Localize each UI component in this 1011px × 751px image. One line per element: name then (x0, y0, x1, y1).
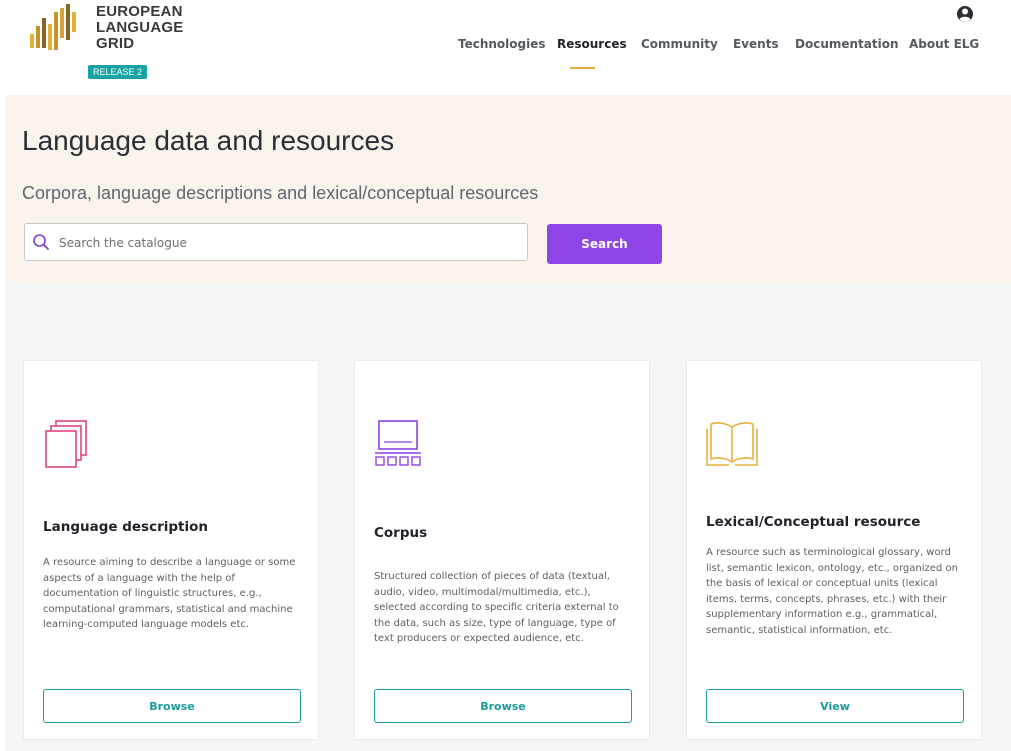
card-corpus: Corpus Structured collection of pieces o… (354, 360, 650, 740)
logo-line-3: GRID (96, 35, 135, 52)
card-description: A resource such as terminological glossa… (706, 547, 958, 636)
nav-technologies[interactable]: Technologies (458, 37, 546, 51)
open-book-icon (706, 422, 758, 466)
card-title: Language description (43, 519, 208, 535)
stacked-documents-icon (45, 420, 87, 468)
card-description: Structured collection of pieces of data … (374, 571, 619, 644)
elg-logo[interactable]: EUROPEAN LANGUAGE GRID RELEASE 2 (26, 0, 206, 80)
logo-line-2: LANGUAGE (96, 19, 184, 36)
card-description: A resource aiming to describe a language… (43, 557, 296, 630)
search-icon (33, 234, 49, 250)
site-header: EUROPEAN LANGUAGE GRID RELEASE 2 Technol… (0, 0, 1011, 88)
card-language-description: Language description A resource aiming t… (23, 360, 319, 740)
search-box[interactable] (24, 223, 528, 261)
card-title: Lexical/Conceptual resource (706, 514, 921, 530)
browse-language-description-button[interactable]: Browse (43, 689, 301, 723)
elg-logo-icon (30, 4, 76, 50)
release-badge: RELEASE 2 (88, 65, 148, 79)
user-circle-icon[interactable] (955, 4, 975, 24)
active-nav-indicator (570, 67, 595, 69)
nav-about-elg[interactable]: About ELG (909, 37, 979, 51)
nav-events[interactable]: Events (733, 37, 779, 51)
nav-community[interactable]: Community (641, 37, 718, 51)
logo-wordmark: EUROPEAN LANGUAGE GRID (96, 4, 183, 52)
view-lexical-conceptual-button[interactable]: View (706, 689, 964, 723)
presentation-screen-icon (375, 420, 421, 466)
nav-documentation[interactable]: Documentation (795, 37, 899, 51)
browse-corpus-button[interactable]: Browse (374, 689, 632, 723)
page-subtitle: Corpora, language descriptions and lexic… (22, 183, 539, 203)
search-button[interactable]: Search (547, 224, 662, 264)
search-input[interactable] (57, 225, 523, 261)
card-title: Corpus (374, 525, 428, 541)
logo-line-1: EUROPEAN (96, 3, 183, 20)
nav-resources[interactable]: Resources (557, 37, 627, 51)
card-lexical-conceptual-resource: Lexical/Conceptual resource A resource s… (686, 360, 982, 740)
page-title: Language data and resources (22, 125, 395, 156)
